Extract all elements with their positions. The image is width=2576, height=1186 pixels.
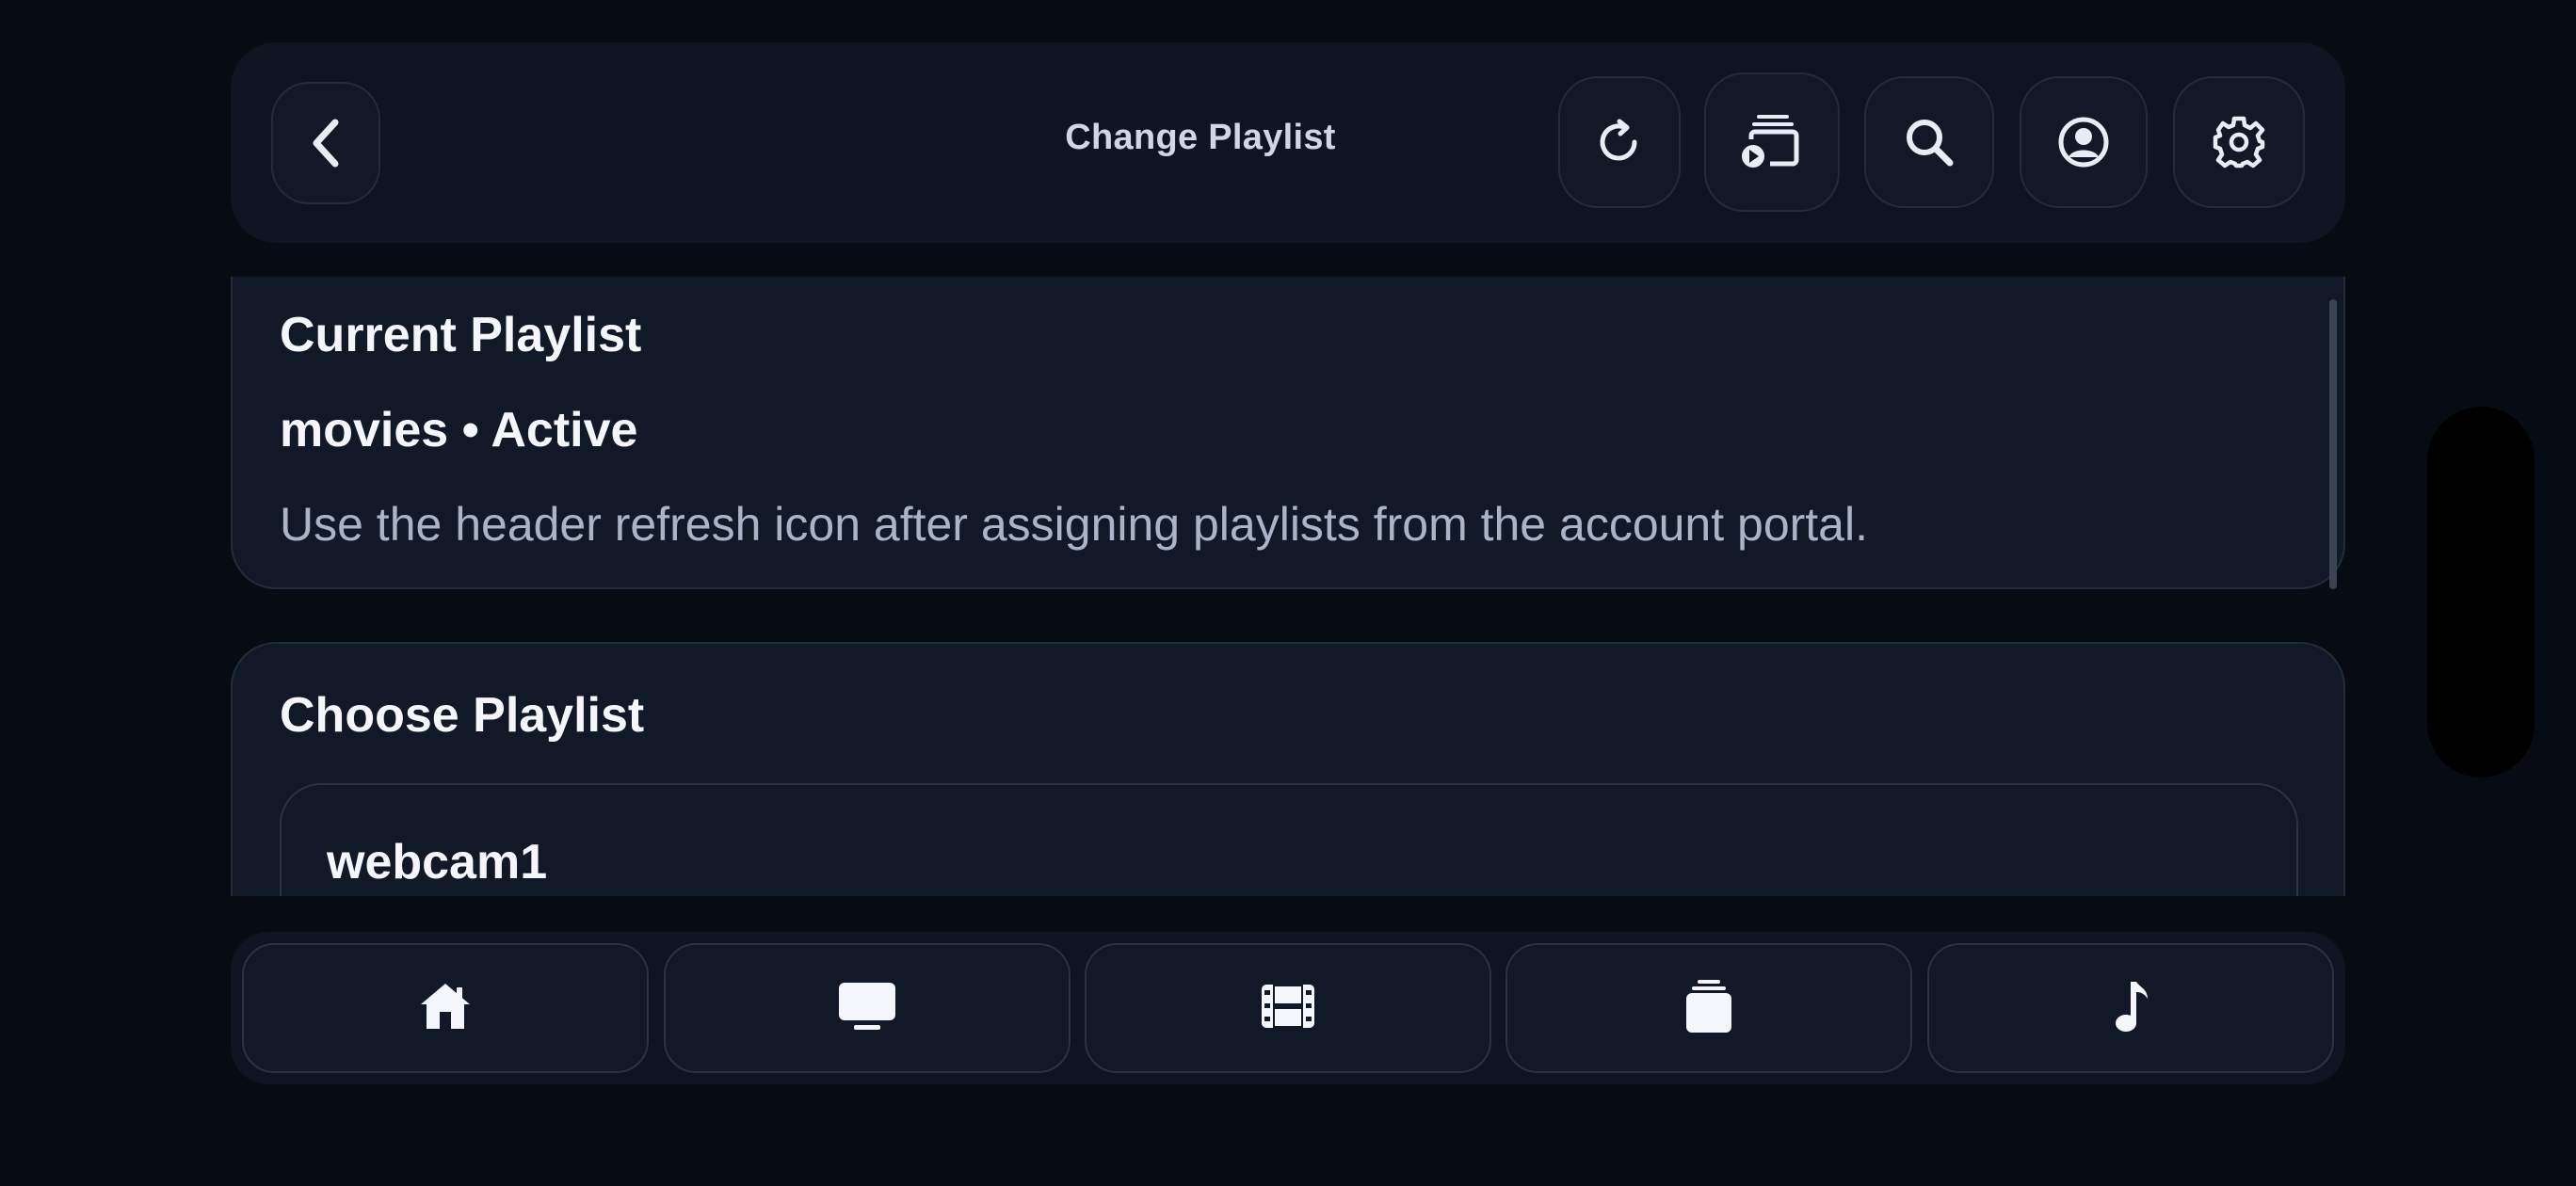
nav-music-button[interactable]: [1927, 943, 2334, 1073]
content-scroll-area[interactable]: Current Playlist movies • Active Use the…: [231, 277, 2345, 896]
side-handle: [2427, 407, 2535, 777]
nav-tv-button[interactable]: [664, 943, 1071, 1073]
settings-button[interactable]: [2173, 76, 2305, 208]
current-playlist-status: movies • Active: [280, 403, 638, 457]
current-playlist-card: Current Playlist movies • Active Use the…: [231, 277, 2345, 589]
refresh-hint-text: Use the header refresh icon after assign…: [280, 498, 1868, 551]
cast-icon: [1738, 111, 1806, 173]
app-screen: Change Playlist Current Playlist movies …: [0, 0, 2576, 1186]
choose-playlist-title: Choose Playlist: [280, 688, 645, 743]
film-icon: [1260, 983, 1316, 1034]
playlist-option-name: webcam1: [327, 835, 548, 890]
account-icon: [2055, 114, 2112, 170]
library-icon: [1683, 978, 1734, 1039]
tv-icon: [837, 981, 897, 1036]
scrollbar-thumb[interactable]: [2329, 299, 2337, 589]
current-playlist-title: Current Playlist: [280, 308, 642, 362]
nav-home-button[interactable]: [242, 943, 649, 1073]
refresh-button[interactable]: [1558, 76, 1681, 208]
playlist-option[interactable]: webcam1: [280, 783, 2298, 896]
account-button[interactable]: [2020, 76, 2148, 208]
search-icon: [1901, 114, 1957, 170]
page-title: Change Playlist: [1065, 118, 1336, 157]
header-bar: Change Playlist: [231, 42, 2345, 243]
refresh-icon: [1593, 116, 1646, 168]
nav-library-button[interactable]: [1505, 943, 1912, 1073]
chevron-left-icon: [307, 117, 345, 169]
bottom-nav-bar: [231, 932, 2345, 1084]
music-icon: [2110, 978, 2151, 1039]
home-icon: [417, 980, 474, 1037]
cast-button[interactable]: [1704, 72, 1840, 212]
nav-movies-button[interactable]: [1085, 943, 1491, 1073]
choose-playlist-card: Choose Playlist webcam1: [231, 642, 2345, 896]
search-button[interactable]: [1864, 76, 1994, 208]
back-button[interactable]: [271, 82, 380, 204]
gear-icon: [2210, 113, 2268, 171]
